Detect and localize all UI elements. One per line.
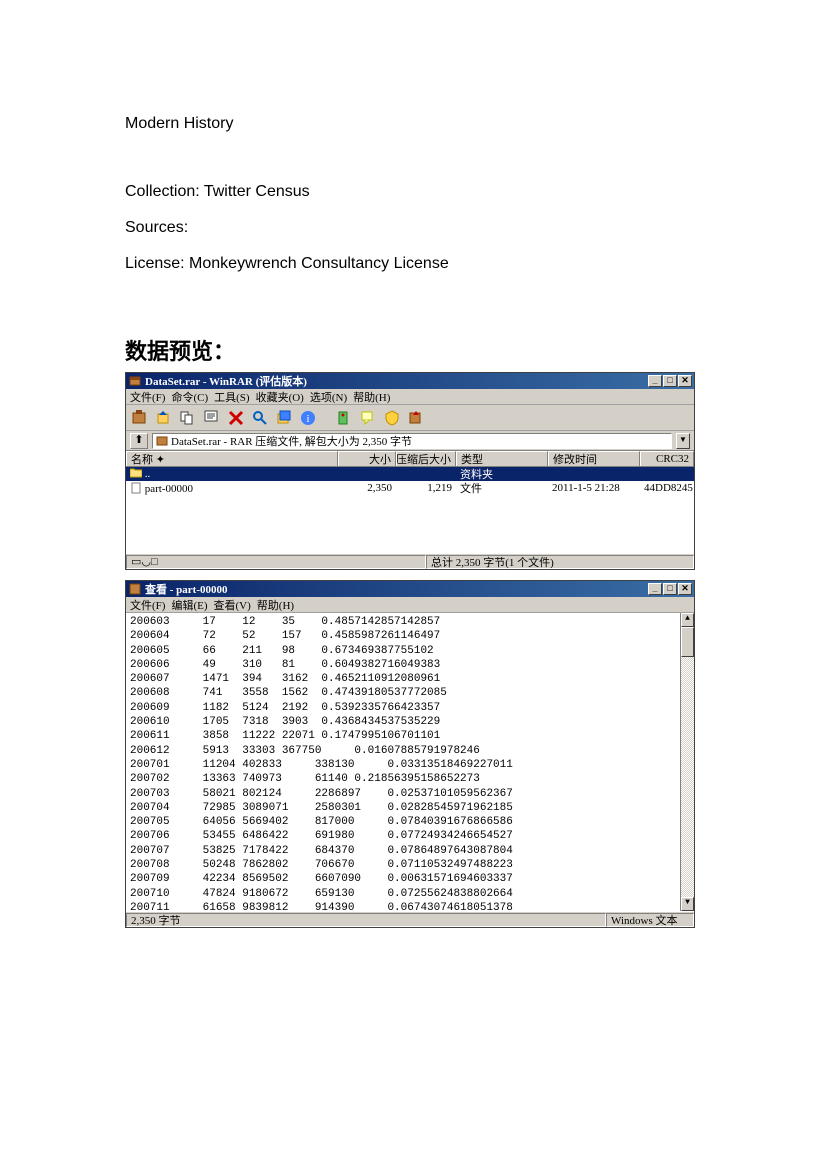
address-text: DataSet.rar - RAR 压缩文件, 解包大小为 2,350 字节 — [171, 433, 412, 449]
viewer-window: 查看 - part-00000 _ □ ✕ 文件(F) 编辑(E) 查看(V) … — [125, 580, 695, 928]
menu-view[interactable]: 查看(V) — [214, 597, 251, 613]
svg-text:i: i — [306, 413, 309, 425]
toolbar-test-icon[interactable] — [178, 408, 198, 428]
preview-heading: 数据预览： — [125, 334, 826, 366]
file-icon — [130, 482, 142, 494]
col-type[interactable]: 类型 — [456, 451, 548, 466]
close-button[interactable]: ✕ — [678, 583, 692, 595]
status-right: 总计 2,350 字节(1 个文件) — [426, 555, 694, 569]
license-line: License: Monkeywrench Consultancy Licens… — [125, 252, 826, 276]
vertical-scrollbar[interactable]: ▲▼ — [680, 613, 694, 911]
menu-favorites[interactable]: 收藏夹(O) — [256, 389, 304, 405]
scroll-up-button[interactable]: ▲ — [681, 613, 694, 627]
maximize-button[interactable]: □ — [663, 583, 677, 595]
viewer-menubar: 文件(F) 编辑(E) 查看(V) 帮助(H) — [126, 597, 694, 613]
scroll-track[interactable] — [681, 627, 694, 897]
status-right: Windows 文本 — [606, 913, 694, 927]
address-dropdown-button[interactable]: ▼ — [676, 433, 690, 449]
winrar-menubar: 文件(F) 命令(C) 工具(S) 收藏夹(O) 选项(N) 帮助(H) — [126, 389, 694, 405]
winrar-toolbar: i — [126, 405, 694, 431]
folder-icon — [130, 468, 142, 478]
scroll-thumb[interactable] — [681, 627, 694, 657]
viewer-title-text: 查看 - part-00000 — [145, 581, 228, 597]
menu-edit[interactable]: 编辑(E) — [171, 597, 207, 613]
viewer-text: 200603 17 12 35 0.4857142857142857 20060… — [130, 616, 513, 911]
menu-help[interactable]: 帮助(H) — [257, 597, 294, 613]
status-left: ▭◡□ — [126, 555, 426, 569]
item-date: 2011-1-5 21:28 — [548, 482, 640, 494]
toolbar-add-icon[interactable] — [130, 408, 150, 428]
item-type: 文件 — [456, 480, 548, 496]
file-list-header: 名称 ✦ 大小 压缩后大小 类型 修改时间 CRC32 — [126, 451, 694, 467]
viewer-content[interactable]: 200603 17 12 35 0.4857142857142857 20060… — [126, 613, 694, 911]
toolbar-comment-icon[interactable] — [358, 408, 378, 428]
page-title: Modern History — [125, 112, 826, 136]
toolbar-virus-icon[interactable] — [334, 408, 354, 428]
col-name[interactable]: 名称 ✦ — [126, 451, 338, 466]
toolbar-info-icon[interactable]: i — [298, 408, 318, 428]
toolbar-protect-icon[interactable] — [382, 408, 402, 428]
address-field[interactable]: DataSet.rar - RAR 压缩文件, 解包大小为 2,350 字节 — [152, 433, 672, 449]
winrar-window: DataSet.rar - WinRAR (评估版本) _ □ ✕ 文件(F) … — [125, 372, 695, 570]
menu-command[interactable]: 命令(C) — [171, 389, 208, 405]
maximize-button[interactable]: □ — [663, 375, 677, 387]
archive-icon — [156, 435, 168, 447]
up-button[interactable]: ⬆ — [130, 433, 148, 449]
winrar-statusbar: ▭◡□ 总计 2,350 字节(1 个文件) — [126, 553, 694, 569]
toolbar-sfx-icon[interactable] — [406, 408, 426, 428]
list-item[interactable]: part-00000 2,350 1,219 文件 2011-1-5 21:28… — [126, 481, 694, 495]
item-comp: 1,219 — [396, 482, 456, 494]
minimize-button[interactable]: _ — [648, 583, 662, 595]
menu-tools[interactable]: 工具(S) — [214, 389, 249, 405]
item-size: 2,350 — [338, 482, 396, 494]
toolbar-extract-icon[interactable] — [154, 408, 174, 428]
winrar-address-bar: ⬆ DataSet.rar - RAR 压缩文件, 解包大小为 2,350 字节… — [126, 431, 694, 451]
menu-options[interactable]: 选项(N) — [310, 389, 347, 405]
menu-file[interactable]: 文件(F) — [130, 389, 165, 405]
winrar-titlebar[interactable]: DataSet.rar - WinRAR (评估版本) _ □ ✕ — [126, 373, 694, 389]
col-crc[interactable]: CRC32 — [640, 451, 694, 466]
toolbar-wizard-icon[interactable] — [274, 408, 294, 428]
col-size[interactable]: 大小 — [338, 451, 396, 466]
col-compressed[interactable]: 压缩后大小 — [396, 451, 456, 466]
toolbar-find-icon[interactable] — [250, 408, 270, 428]
toolbar-delete-icon[interactable] — [226, 408, 246, 428]
menu-file[interactable]: 文件(F) — [130, 597, 165, 613]
viewer-app-icon — [128, 582, 142, 596]
status-left: 2,350 字节 — [126, 913, 606, 927]
item-name: part-00000 — [145, 483, 193, 495]
sources-line: Sources: — [125, 216, 826, 240]
file-list[interactable]: .. 资料夹 part-00000 2,350 1,219 文件 2011-1-… — [126, 467, 694, 553]
toolbar-view-icon[interactable] — [202, 408, 222, 428]
item-name: .. — [145, 468, 151, 480]
menu-help[interactable]: 帮助(H) — [353, 389, 390, 405]
minimize-button[interactable]: _ — [648, 375, 662, 387]
col-date[interactable]: 修改时间 — [548, 451, 640, 466]
item-crc: 44DD8245 — [640, 482, 694, 494]
viewer-titlebar[interactable]: 查看 - part-00000 _ □ ✕ — [126, 581, 694, 597]
winrar-title-text: DataSet.rar - WinRAR (评估版本) — [145, 373, 307, 389]
list-item[interactable]: .. 资料夹 — [126, 467, 694, 481]
scroll-down-button[interactable]: ▼ — [681, 897, 694, 911]
viewer-statusbar: 2,350 字节 Windows 文本 — [126, 911, 694, 927]
close-button[interactable]: ✕ — [678, 375, 692, 387]
collection-line: Collection: Twitter Census — [125, 180, 826, 204]
winrar-app-icon — [128, 374, 142, 388]
